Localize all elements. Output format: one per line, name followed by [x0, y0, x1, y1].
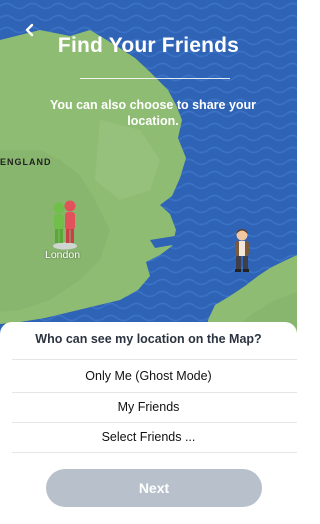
option-ghost-mode[interactable]: Only Me (Ghost Mode): [0, 362, 297, 391]
page-title: Find Your Friends: [57, 34, 240, 57]
title-divider: [80, 78, 230, 79]
user-bitmoji-avatar[interactable]: [232, 228, 252, 274]
option-divider: [12, 452, 297, 453]
option-select-friends[interactable]: Select Friends ...: [0, 423, 297, 452]
visibility-question: Who can see my location on the Map?: [35, 332, 262, 346]
option-my-friends[interactable]: My Friends: [0, 393, 297, 422]
visibility-options-sheet: Who can see my location on the Map? Only…: [0, 322, 297, 524]
next-button[interactable]: Next: [46, 469, 262, 507]
find-friends-screen: Find Your Friends You can also choose to…: [0, 0, 297, 524]
city-label-london: London: [45, 249, 81, 261]
friends-location-pin[interactable]: [48, 198, 82, 250]
option-divider: [12, 359, 297, 360]
page-subtitle: You can also choose to share your locati…: [49, 98, 257, 128]
region-label: ENGLAND: [0, 157, 52, 167]
